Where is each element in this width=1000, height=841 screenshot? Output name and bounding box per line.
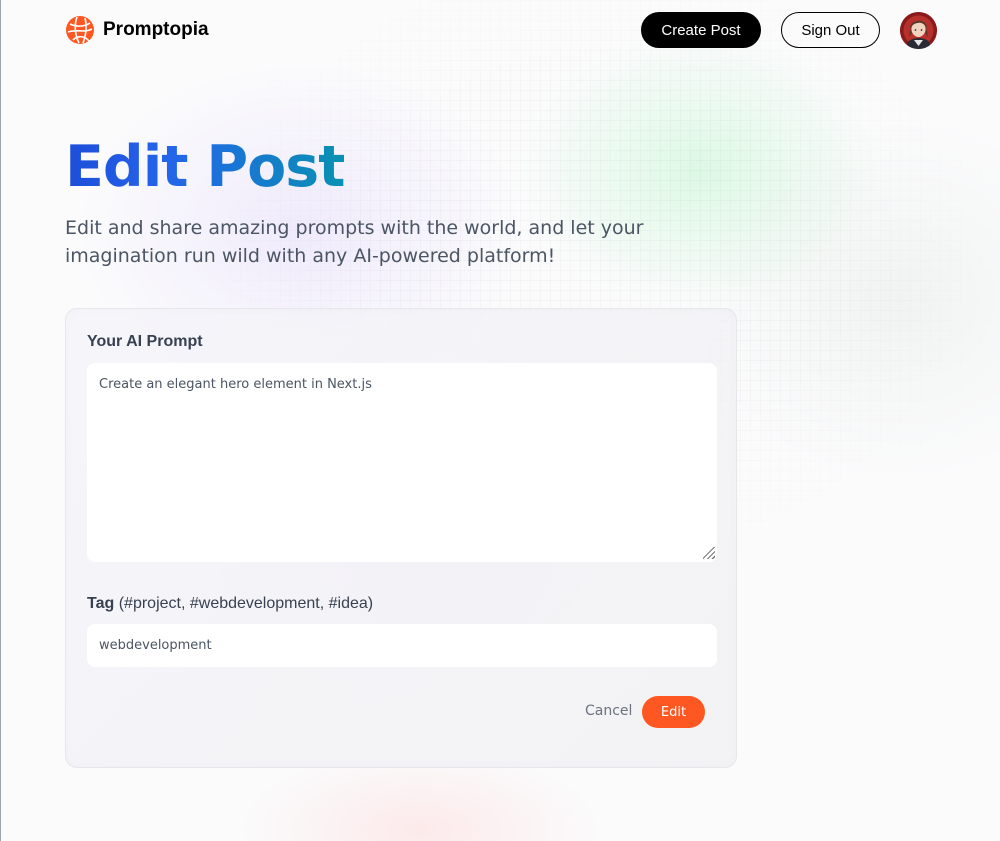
create-post-button[interactable]: Create Post [641, 12, 761, 48]
tag-input[interactable] [87, 624, 717, 667]
nav-actions: Create Post Sign Out [641, 11, 937, 49]
page-title: Edit Post [65, 134, 345, 200]
page-description: Edit and share amazing prompts with the … [65, 217, 644, 267]
cancel-link[interactable]: Cancel [585, 703, 632, 719]
resize-handle-icon[interactable] [703, 547, 715, 559]
brand-name: Promptopia [103, 19, 209, 40]
globe-logo-icon [66, 16, 94, 44]
brand-home-link[interactable]: Promptopia [65, 15, 209, 45]
window-edge [0, 0, 1, 841]
tag-label-hint: (#project, #webdevelopment, #idea) [118, 595, 374, 612]
sign-out-button[interactable]: Sign Out [781, 12, 880, 48]
top-nav: Promptopia Create Post Sign Out [65, 11, 937, 49]
prompt-label: Your AI Prompt [87, 333, 203, 350]
edit-prompt-form: Your AI Prompt Create an elegant hero el… [65, 308, 737, 768]
prompt-textarea[interactable]: Create an elegant hero element in Next.j… [87, 363, 717, 562]
tag-label: Tag (#project, #webdevelopment, #idea) [87, 595, 373, 613]
tag-label-title: Tag [87, 595, 115, 612]
user-avatar[interactable] [900, 11, 937, 49]
edit-submit-button[interactable]: Edit [642, 696, 705, 728]
